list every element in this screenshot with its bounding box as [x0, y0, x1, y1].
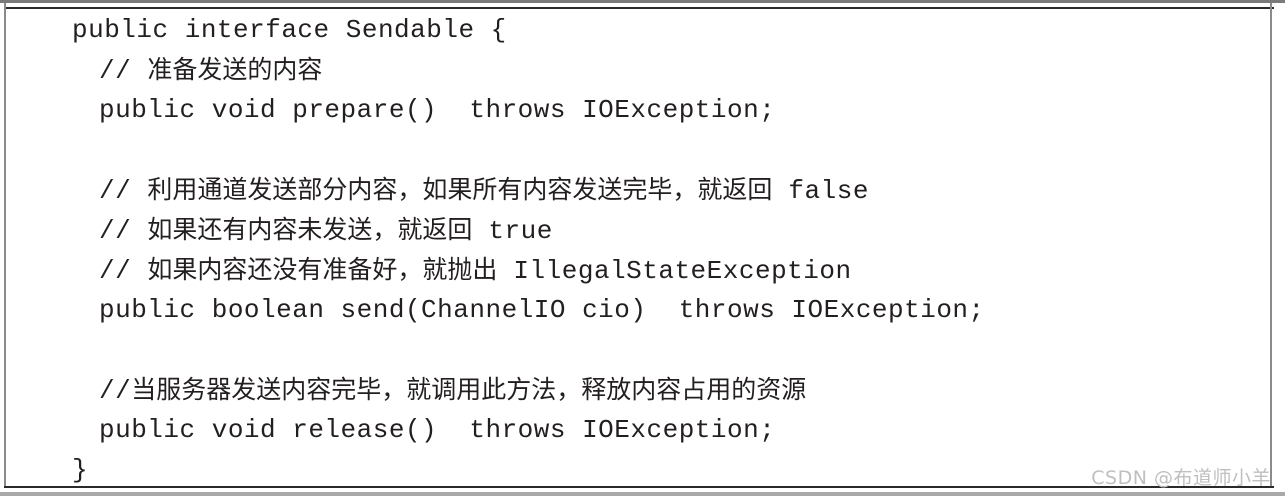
- code-block[interactable]: public interface Sendable { // 准备发送的内容 pub…: [8, 10, 1266, 484]
- figure-border-bottom-inner: [4, 486, 1274, 488]
- cjk-run: 当服务器发送内容完毕，就调用此方法，释放内容占用的资源: [131, 375, 807, 404]
- code-line: // 如果内容还没有准备好，就抛出 IllegalStateException: [99, 255, 852, 286]
- cjk-run: 利用通道发送部分内容，如果所有内容发送完毕，就返回: [147, 175, 773, 204]
- code-line: // 利用通道发送部分内容，如果所有内容发送完毕，就返回 false: [99, 175, 869, 206]
- code-line: }: [72, 455, 89, 484]
- cjk-run: 如果还有内容未发送，就返回: [147, 215, 473, 244]
- cjk-run: 如果内容还没有准备好，就抛出: [147, 255, 498, 284]
- code-line: //当服务器发送内容完毕，就调用此方法，释放内容占用的资源: [99, 375, 807, 406]
- figure-border-top-inner: [4, 7, 1274, 9]
- code-line: public interface Sendable {: [72, 15, 507, 45]
- code-line: public void prepare() throws IOException…: [99, 95, 776, 125]
- watermark-text: CSDN @布道师小羊: [1091, 467, 1271, 489]
- cjk-run: 准备发送的内容: [147, 55, 323, 84]
- figure-border-right: [1270, 3, 1272, 488]
- code-line: public boolean send(ChannelIO cio) throw…: [99, 295, 985, 325]
- figure-border-top-outer: [0, 0, 1285, 3]
- code-line: // 如果还有内容未发送，就返回 true: [99, 215, 553, 246]
- figure-border-left: [4, 3, 6, 488]
- code-line: public void release() throws IOException…: [99, 415, 776, 445]
- code-line: // 准备发送的内容: [99, 55, 323, 86]
- figure-border-bottom-outer: [0, 492, 1285, 496]
- cjk-run: 布道师小羊: [1173, 467, 1271, 489]
- code-figure: public interface Sendable { // 准备发送的内容 pub…: [0, 0, 1285, 500]
